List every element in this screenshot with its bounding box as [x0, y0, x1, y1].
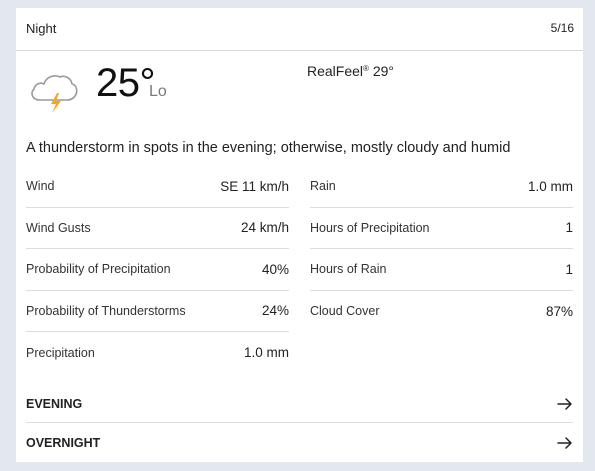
detail-label: Rain [310, 179, 336, 194]
detail-label: Wind [26, 179, 55, 194]
forecast-date: 5/16 [550, 21, 574, 35]
detail-value: 87% [545, 303, 573, 319]
detail-row-rain: Rain 1.0 mm [310, 166, 573, 208]
detail-value: SE 11 km/h [220, 178, 289, 194]
details-right-column: Rain 1.0 mm Hours of Precipitation 1 Hou… [310, 166, 573, 332]
details-left-column: Wind SE 11 km/h Wind Gusts 24 km/h Proba… [26, 166, 289, 374]
detail-value: 1 [565, 220, 573, 236]
detail-row-cloud-cover: Cloud Cover 87% [310, 291, 573, 333]
detail-row-thunderstorm-probability: Probability of Thunderstorms 24% [26, 291, 289, 332]
detail-row-wind-gusts: Wind Gusts 24 km/h [26, 208, 289, 249]
detail-label: Precipitation [26, 345, 95, 360]
detail-row-precipitation: Precipitation 1.0 mm [26, 332, 289, 374]
detail-label: Probability of Thunderstorms [26, 303, 186, 318]
temperature: 25° [96, 61, 156, 105]
overnight-link-label: OVERNIGHT [26, 435, 101, 450]
realfeel: RealFeel® 29° [307, 63, 394, 79]
detail-label: Hours of Rain [310, 262, 387, 277]
detail-value: 40% [261, 261, 289, 277]
detail-label: Hours of Precipitation [310, 220, 430, 235]
detail-row-wind: Wind SE 11 km/h [26, 166, 289, 208]
temperature-low-label: Lo [149, 83, 167, 100]
detail-value: 1.0 mm [527, 178, 573, 194]
period-title: Night [26, 21, 57, 36]
evening-link[interactable]: EVENING [26, 386, 573, 423]
detail-value: 24% [261, 303, 289, 319]
evening-link-label: EVENING [26, 397, 83, 411]
realfeel-trademark: ® [363, 64, 369, 73]
forecast-phrase: A thunderstorm in spots in the evening; … [26, 140, 511, 156]
detail-row-hours-of-rain: Hours of Rain 1 [310, 249, 573, 291]
detail-row-hours-of-precipitation: Hours of Precipitation 1 [310, 208, 573, 249]
detail-row-precip-probability: Probability of Precipitation 40% [26, 249, 289, 291]
thunderstorm-cloud-icon [28, 66, 80, 116]
detail-label: Cloud Cover [310, 304, 380, 319]
realfeel-label: RealFeel [307, 63, 364, 79]
detail-label: Probability of Precipitation [26, 262, 171, 277]
detail-value: 1.0 mm [243, 345, 289, 361]
realfeel-value: 29° [372, 63, 394, 79]
detail-value: 1 [565, 261, 573, 277]
overnight-link[interactable]: OVERNIGHT [26, 424, 573, 461]
detail-label: Wind Gusts [26, 220, 91, 235]
card-header: Night 5/16 [16, 8, 583, 51]
forecast-card: Night 5/16 25° Lo RealFeel® 29° A thunde… [16, 8, 583, 462]
arrow-right-icon [557, 436, 572, 449]
arrow-right-icon [557, 398, 572, 410]
detail-value: 24 km/h [240, 220, 289, 236]
